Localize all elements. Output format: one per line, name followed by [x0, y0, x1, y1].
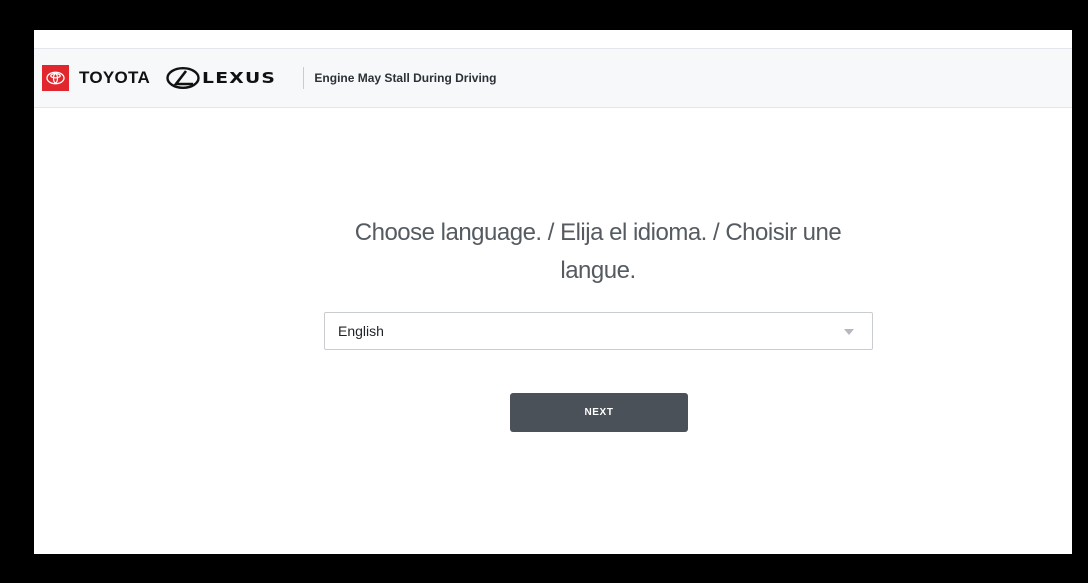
toyota-logo[interactable]: TOYOTA — [79, 68, 150, 88]
language-prompt: Choose language. / Elija el idioma. / Ch… — [354, 219, 842, 284]
site-header: TOYOTA LEXUS Engine May Stall During Dri… — [34, 49, 1072, 108]
chevron-down-icon — [844, 329, 854, 335]
toyota-emblem-icon[interactable] — [42, 65, 69, 91]
language-selection-panel: Choose language. / Elija el idioma. / Ch… — [34, 108, 1072, 554]
next-button[interactable]: NEXT — [510, 393, 688, 432]
language-select-value: English — [338, 323, 384, 339]
top-strip — [34, 30, 1072, 49]
page-title: Engine May Stall During Driving — [314, 71, 497, 85]
browser-viewport: TOYOTA LEXUS Engine May Stall During Dri… — [34, 30, 1072, 554]
lexus-wordmark: LEXUS — [202, 69, 277, 87]
lexus-logo[interactable]: LEXUS — [166, 67, 275, 89]
lexus-emblem-icon — [166, 67, 200, 89]
language-select[interactable]: English — [324, 312, 873, 350]
header-divider — [303, 67, 305, 89]
